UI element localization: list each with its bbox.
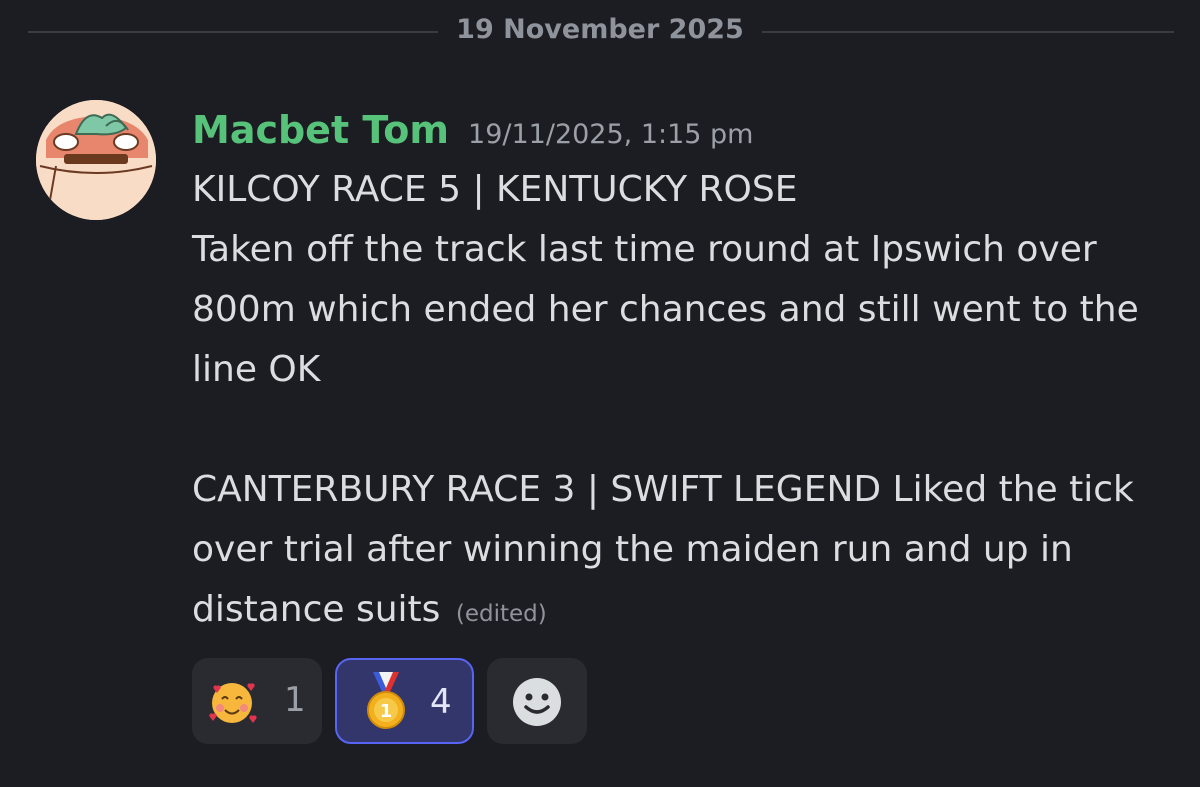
reaction-medal-button[interactable]: 1 4: [335, 658, 474, 744]
author-name[interactable]: Macbet Tom: [192, 108, 449, 152]
avatar[interactable]: [36, 100, 156, 220]
message-timestamp: 19/11/2025, 1:15 pm: [468, 119, 754, 150]
edited-label: (edited): [455, 601, 547, 627]
divider-line-left: [28, 31, 438, 33]
message-line-title: KILCOY RACE 5 | KENTUCKY ROSE: [192, 169, 798, 210]
avatar-face-icon: [36, 100, 156, 220]
add-reaction-smile-icon: [513, 678, 561, 726]
message-header: Macbet Tom 19/11/2025, 1:15 pm: [192, 108, 753, 158]
reaction-count: 4: [430, 682, 452, 722]
message-content: KILCOY RACE 5 | KENTUCKY ROSE Taken off …: [192, 160, 1182, 644]
message-paragraph-2: CANTERBURY RACE 3 | SWIFT LEGEND Liked t…: [192, 460, 1182, 644]
date-divider: 19 November 2025: [0, 10, 1200, 54]
add-reaction-button[interactable]: [487, 658, 587, 744]
divider-line-right: [762, 31, 1174, 33]
first-place-medal-icon: 1: [367, 672, 405, 729]
smiling-face-with-hearts-icon: [209, 683, 257, 723]
reaction-count: 1: [284, 680, 306, 720]
date-divider-label: 19 November 2025: [456, 14, 744, 45]
svg-text:1: 1: [380, 701, 393, 722]
reaction-hearts-button[interactable]: 1: [192, 658, 322, 744]
message-line-body: Taken off the track last time round at I…: [192, 229, 1139, 390]
paragraph-2-text: CANTERBURY RACE 3 | SWIFT LEGEND Liked t…: [192, 469, 1134, 630]
